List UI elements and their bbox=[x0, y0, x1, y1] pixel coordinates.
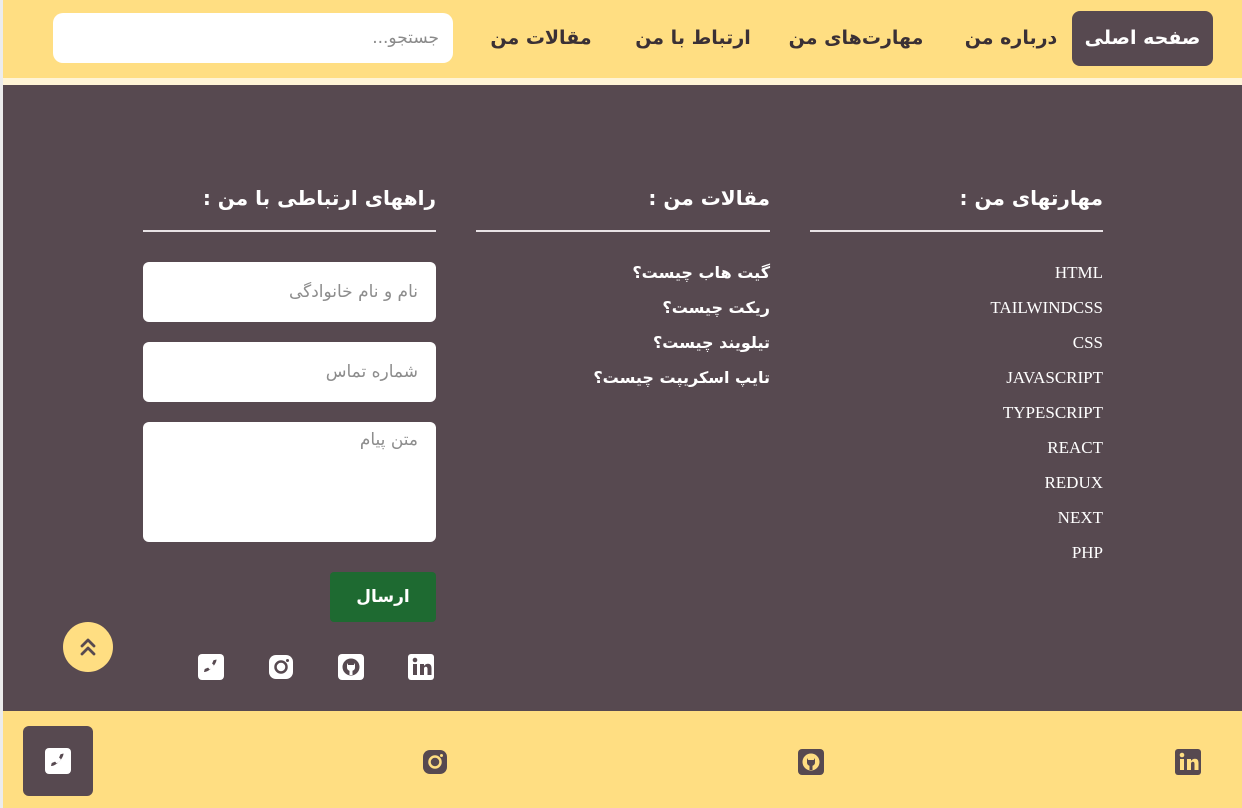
footer-main: مهارتهای من : HTML TAILWINDCSS CSS JAVAS… bbox=[3, 85, 1242, 711]
bottom-phone-button[interactable] bbox=[23, 726, 93, 796]
phone-icon bbox=[45, 748, 71, 774]
skill-item: REDUX bbox=[1044, 473, 1103, 492]
skill-item: REACT bbox=[1047, 438, 1103, 457]
article-link[interactable]: ریکت چیست؟ bbox=[510, 296, 770, 320]
skill-item: TYPESCRIPT bbox=[1002, 403, 1103, 422]
nav-contact[interactable]: ارتباط با من bbox=[628, 11, 758, 66]
github-icon[interactable] bbox=[797, 748, 825, 776]
skills-divider bbox=[810, 230, 1103, 232]
article-link[interactable]: گیت هاب چیست؟ bbox=[510, 261, 770, 285]
phone-field[interactable] bbox=[143, 342, 436, 402]
nav-skills[interactable]: مهارت‌های من bbox=[785, 11, 927, 66]
scroll-top-button[interactable] bbox=[63, 622, 113, 672]
nav-home[interactable]: صفحه اصلی bbox=[1072, 11, 1213, 66]
skill-item: NEXT bbox=[1057, 508, 1103, 527]
articles-heading: مقالات من : bbox=[648, 186, 770, 210]
skill-item: CSS bbox=[1072, 333, 1103, 352]
linkedin-icon[interactable] bbox=[1174, 748, 1202, 776]
skill-item: TAILWINDCSS bbox=[990, 298, 1103, 317]
articles-divider bbox=[476, 230, 770, 232]
skill-item: JAVASCRIPT bbox=[1006, 368, 1103, 387]
phone-icon[interactable] bbox=[197, 653, 225, 681]
article-link[interactable]: تیلویند چیست؟ bbox=[510, 331, 770, 355]
message-field[interactable] bbox=[143, 422, 436, 542]
linkedin-icon[interactable] bbox=[407, 653, 435, 681]
skills-heading: مهارتهای من : bbox=[959, 186, 1103, 210]
contact-heading: راههای ارتباطی با من : bbox=[202, 186, 436, 210]
skill-item: PHP bbox=[1071, 543, 1103, 562]
bottom-bar bbox=[3, 711, 1242, 808]
github-icon[interactable] bbox=[337, 653, 365, 681]
article-link[interactable]: تایپ اسکریپت چیست؟ bbox=[510, 366, 770, 390]
instagram-icon[interactable] bbox=[421, 748, 449, 776]
name-field[interactable] bbox=[143, 262, 436, 322]
nav-divider bbox=[3, 78, 1242, 85]
chevron-double-up-icon bbox=[80, 638, 96, 656]
contact-divider bbox=[143, 230, 436, 232]
nav-articles[interactable]: مقالات من bbox=[481, 11, 601, 66]
skill-item: HTML bbox=[1054, 263, 1103, 282]
search-input[interactable] bbox=[53, 13, 453, 63]
send-button[interactable]: ارسال bbox=[330, 572, 436, 622]
top-navbar: صفحه اصلی درباره من مهارت‌های من ارتباط … bbox=[3, 0, 1242, 78]
instagram-icon[interactable] bbox=[267, 653, 295, 681]
nav-about[interactable]: درباره من bbox=[961, 11, 1061, 66]
